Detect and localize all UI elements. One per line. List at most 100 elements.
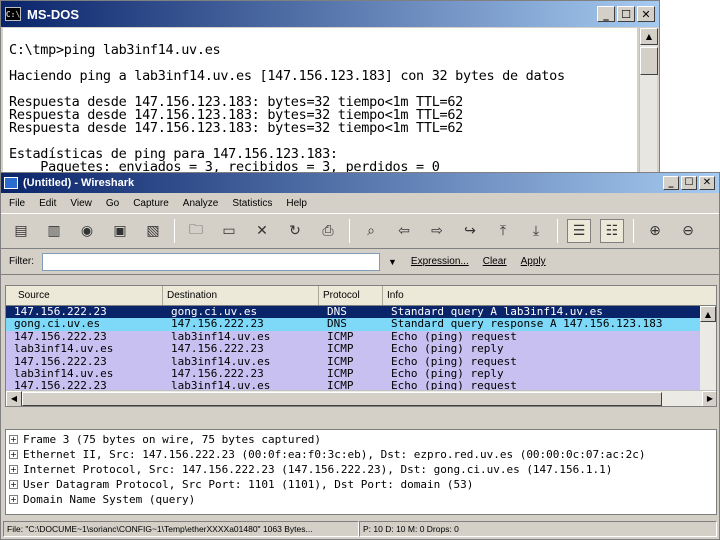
packet-destination: 147.156.222.23 [171, 367, 264, 380]
expand-icon[interactable]: + [9, 450, 18, 459]
clear-button[interactable]: Clear [483, 256, 507, 267]
wireshark-minimize-button[interactable]: _ [663, 176, 679, 190]
packet-row[interactable]: 147.156.222.23 lab3inf14.uv.es ICMP Echo (p… [6, 355, 716, 368]
find-icon[interactable]: ⌕ [359, 219, 383, 243]
filter-input[interactable] [42, 252, 380, 271]
msdos-close-button[interactable]: ✕ [637, 6, 655, 22]
autoscroll-icon[interactable]: ☷ [600, 219, 624, 243]
expression-button[interactable]: Expression... [411, 256, 469, 267]
toolbar-separator [174, 219, 175, 243]
packet-list: Source Destination Protocol Info 147.156… [5, 285, 717, 407]
menu-go[interactable]: Go [106, 198, 119, 209]
column-destination[interactable]: Destination [163, 286, 319, 305]
print-icon[interactable]: ⎙ [316, 219, 340, 243]
packet-destination: 147.156.222.23 [171, 318, 264, 331]
packet-protocol: ICMP [327, 355, 354, 368]
msdos-minimize-button[interactable]: _ [597, 6, 615, 22]
zoom-out-icon[interactable]: ⊖ [676, 219, 700, 243]
toolbar-separator [633, 219, 634, 243]
wireshark-title-bar[interactable]: (Untitled) - Wireshark _ ☐ ✕ [1, 173, 719, 193]
scroll-up-icon[interactable]: ▲ [640, 28, 658, 45]
start-capture-icon[interactable]: ◉ [75, 219, 99, 243]
packet-source: 147.156.222.23 [14, 355, 107, 368]
console-line: C:\tmp>ping lab3inf14.uv.es [9, 42, 221, 58]
column-source[interactable]: Source [6, 286, 163, 305]
packet-destination: 147.156.222.23 [171, 343, 264, 356]
detail-row[interactable]: + User Datagram Protocol, Src Port: 1101 … [6, 477, 716, 492]
menu-analyze[interactable]: Analyze [183, 198, 219, 209]
detail-text: User Datagram Protocol, Src Port: 1101 (… [23, 478, 474, 491]
back-icon[interactable]: ⇦ [392, 219, 416, 243]
detail-text: Ethernet II, Src: 147.156.222.23 (00:0f:… [23, 448, 646, 461]
top-icon[interactable]: ⤒ [491, 219, 515, 243]
status-counts: P: 10 D: 10 M: 0 Drops: 0 [359, 521, 717, 537]
msdos-vertical-scrollbar[interactable]: ▲ [639, 28, 658, 177]
menu-file[interactable]: File [9, 198, 25, 209]
scroll-right-icon[interactable]: ▶ [702, 390, 716, 406]
packet-list-horizontal-scrollbar[interactable]: ◀ ▶ [6, 390, 716, 406]
apply-button[interactable]: Apply [521, 256, 546, 267]
restart-capture-icon[interactable]: ▧ [141, 219, 165, 243]
scroll-thumb[interactable] [22, 391, 662, 406]
detail-row[interactable]: + Domain Name System (query) [6, 492, 716, 507]
menu-edit[interactable]: Edit [39, 198, 56, 209]
packet-protocol: ICMP [327, 330, 354, 343]
column-protocol[interactable]: Protocol [319, 286, 383, 305]
goto-icon[interactable]: ↪ [458, 219, 482, 243]
status-bar: File: "C:\DOCUME~1\sorianc\CONFIG~1\Temp… [3, 521, 717, 537]
column-info[interactable]: Info [383, 286, 716, 305]
packet-protocol: DNS [327, 306, 347, 318]
msdos-maximize-button[interactable]: ☐ [617, 6, 635, 22]
scroll-left-icon[interactable]: ◀ [6, 390, 22, 406]
wireshark-close-button[interactable]: ✕ [699, 176, 715, 190]
reload-icon[interactable]: ↻ [283, 219, 307, 243]
packet-info: Echo (ping) reply [391, 367, 504, 380]
chevron-down-icon[interactable]: ▼ [388, 257, 397, 267]
interfaces-icon[interactable]: ▤ [9, 219, 33, 243]
open-icon[interactable]: 🗀 [184, 219, 208, 243]
packet-destination: gong.ci.uv.es [171, 306, 258, 318]
menu-view[interactable]: View [70, 198, 92, 209]
menu-statistics[interactable]: Statistics [232, 198, 272, 209]
wireshark-maximize-button[interactable]: ☐ [681, 176, 697, 190]
msdos-console[interactable]: C:\tmp>ping lab3inf14.uv.es Haciendo pin… [3, 28, 637, 177]
wireshark-app-icon[interactable] [4, 177, 18, 189]
colorize-icon[interactable]: ☰ [567, 219, 591, 243]
packet-details: + Frame 3 (75 bytes on wire, 75 bytes cap… [5, 429, 717, 515]
packet-row[interactable]: lab3inf14.uv.es 147.156.222.23 ICMP Echo (p… [6, 343, 716, 356]
menu-help[interactable]: Help [286, 198, 307, 209]
msdos-title-bar[interactable]: C:\ MS-DOS _ ☐ ✕ [1, 1, 659, 27]
bottom-icon[interactable]: ⤓ [524, 219, 548, 243]
detail-row[interactable]: + Frame 3 (75 bytes on wire, 75 bytes cap… [6, 432, 716, 447]
expand-icon[interactable]: + [9, 465, 18, 474]
forward-icon[interactable]: ⇨ [425, 219, 449, 243]
options-icon[interactable]: ▥ [42, 219, 66, 243]
console-line: Haciendo ping a lab3inf14.uv.es [147.156… [9, 68, 565, 84]
detail-row[interactable]: + Internet Protocol, Src: 147.156.222.23 … [6, 462, 716, 477]
close-icon[interactable]: ✕ [250, 219, 274, 243]
packet-info: Standard query A lab3inf14.uv.es [391, 306, 603, 318]
scroll-up-icon[interactable]: ▲ [700, 306, 716, 322]
menu-bar: File Edit View Go Capture Analyze Statis… [1, 193, 719, 213]
expand-icon[interactable]: + [9, 480, 18, 489]
console-line: Respuesta desde 147.156.123.183: bytes=3… [9, 120, 464, 136]
packet-row[interactable]: 147.156.222.23 gong.ci.uv.es DNS Standard q… [6, 306, 716, 319]
msdos-app-icon[interactable]: C:\ [5, 7, 21, 21]
scroll-thumb[interactable] [640, 47, 658, 75]
status-file: File: "C:\DOCUME~1\sorianc\CONFIG~1\Temp… [3, 521, 359, 537]
packet-row[interactable]: gong.ci.uv.es 147.156.222.23 DNS Standard q… [6, 318, 716, 331]
expand-icon[interactable]: + [9, 435, 18, 444]
detail-text: Domain Name System (query) [23, 493, 196, 506]
packet-row[interactable]: 147.156.222.23 lab3inf14.uv.es ICMP Echo (p… [6, 330, 716, 344]
packet-protocol: ICMP [327, 343, 354, 356]
stop-capture-icon[interactable]: ▣ [108, 219, 132, 243]
packet-row[interactable]: lab3inf14.uv.es 147.156.222.23 ICMP Echo (p… [6, 367, 716, 381]
packet-info: Echo (ping) request [391, 355, 517, 368]
filter-label: Filter: [9, 256, 34, 267]
detail-row[interactable]: + Ethernet II, Src: 147.156.222.23 (00:0f… [6, 447, 716, 462]
save-icon[interactable]: ▭ [217, 219, 241, 243]
packet-source: gong.ci.uv.es [14, 318, 101, 331]
menu-capture[interactable]: Capture [133, 198, 169, 209]
expand-icon[interactable]: + [9, 495, 18, 504]
zoom-in-icon[interactable]: ⊕ [643, 219, 667, 243]
